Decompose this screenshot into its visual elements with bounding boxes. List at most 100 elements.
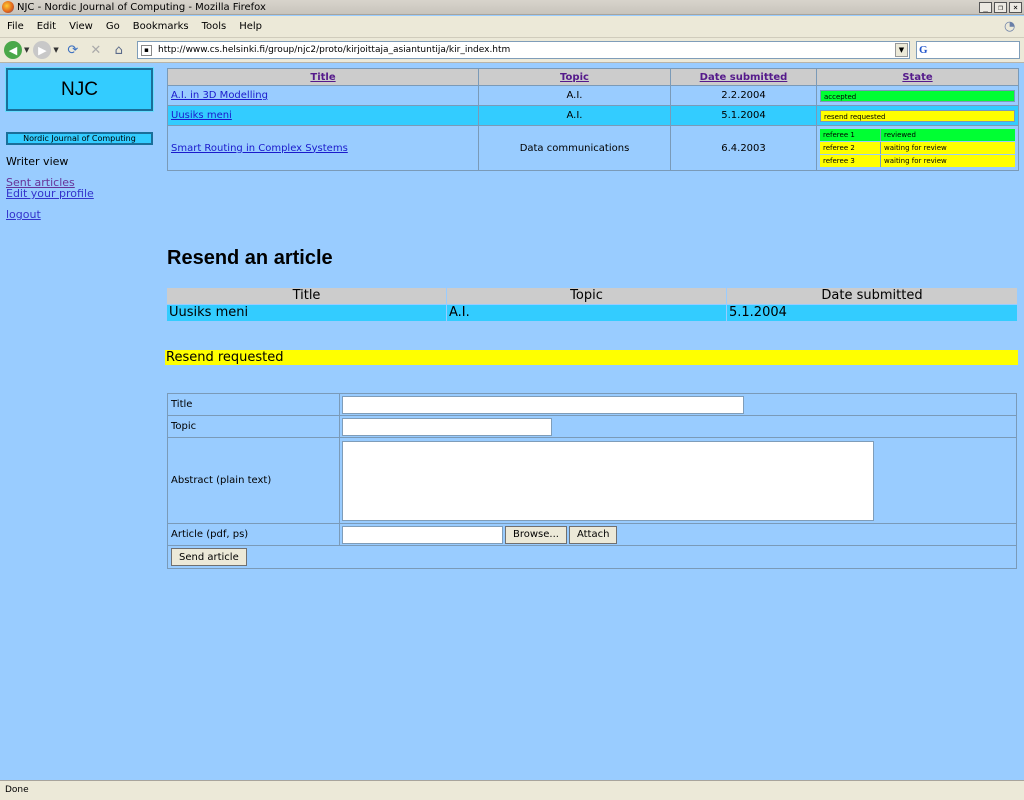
article-state-cell: referee 1 reviewed referee 2 waiting for…: [817, 126, 1018, 170]
menu-edit[interactable]: Edit: [30, 21, 62, 32]
navigation-toolbar: ◀ ▼ ▶ ▼ ⟳ ✕ ⌂ ▪ http://www.cs.helsinki.f…: [0, 38, 1024, 63]
resend-data-row: Uusiks meni A.I. 5.1.2004: [167, 304, 1017, 321]
article-title-cell: Uusiks meni: [168, 106, 479, 125]
sort-state-link[interactable]: State: [902, 72, 932, 83]
referee-status: waiting for review: [880, 142, 1015, 154]
article-topic: A.I.: [479, 86, 671, 105]
writer-view-label: Writer view: [6, 155, 69, 168]
send-article-button[interactable]: Send article: [171, 548, 247, 566]
address-dropdown-icon[interactable]: ▼: [895, 43, 908, 57]
page-content: NJC Nordic Journal of Computing Writer v…: [0, 64, 1024, 780]
attach-button[interactable]: Attach: [568, 525, 618, 544]
referee-status-row: referee 1 reviewed: [820, 129, 1015, 141]
back-dropdown-icon[interactable]: ▼: [24, 46, 29, 54]
state-accepted-badge: accepted: [820, 89, 1015, 102]
article-date: 2.2.2004: [671, 86, 817, 105]
menu-help[interactable]: Help: [232, 21, 268, 32]
header-state-cell: State: [817, 69, 1018, 85]
form-row-abstract: Abstract (plain text): [168, 438, 1016, 524]
resend-header-topic: Topic: [447, 288, 727, 304]
abstract-field-cell: [340, 438, 1016, 523]
article-file-cell: Browse... Attach: [340, 524, 1016, 545]
window-titlebar: NJC - Nordic Journal of Computing - Mozi…: [0, 0, 1024, 15]
resend-date-value: 5.1.2004: [727, 305, 1017, 321]
header-title-cell: Title: [168, 69, 479, 85]
table-row: A.I. in 3D Modelling A.I. 2.2.2004 accep…: [168, 86, 1018, 106]
article-title-cell: A.I. in 3D Modelling: [168, 86, 479, 105]
article-state-cell: resend requested: [817, 106, 1018, 125]
address-url[interactable]: http://www.cs.helsinki.fi/group/njc2/pro…: [158, 45, 510, 55]
search-box[interactable]: G: [916, 41, 1020, 59]
restore-icon[interactable]: ❐: [994, 1, 1007, 13]
topic-label: Topic: [168, 416, 340, 437]
article-topic: A.I.: [479, 106, 671, 125]
journal-name-badge: Nordic Journal of Computing: [6, 132, 153, 145]
form-row-article: Article (pdf, ps) Browse... Attach: [168, 524, 1016, 546]
browse-button[interactable]: Browse...: [505, 525, 567, 544]
menu-view[interactable]: View: [62, 21, 99, 32]
article-link[interactable]: A.I. in 3D Modelling: [171, 90, 268, 101]
title-field-cell: [340, 394, 1016, 415]
page-icon: ▪: [141, 44, 152, 56]
stop-icon[interactable]: ✕: [87, 41, 105, 59]
reload-icon[interactable]: ⟳: [64, 41, 82, 59]
referee-name: referee 3: [823, 157, 855, 165]
address-bar[interactable]: ▪ http://www.cs.helsinki.fi/group/njc2/p…: [137, 41, 910, 59]
form-row-topic: Topic: [168, 416, 1016, 438]
status-bar: Done: [0, 780, 1024, 800]
page-title: Resend an article: [167, 247, 333, 269]
resend-form: Title Topic Abstract (plain text) Articl…: [167, 393, 1017, 569]
referee-status: reviewed: [880, 129, 1015, 141]
referee-status-row: referee 3 waiting for review: [820, 155, 1015, 167]
firefox-icon: [2, 1, 14, 13]
articles-table: Title Topic Date submitted State A.I. in…: [167, 68, 1019, 171]
menu-go[interactable]: Go: [99, 21, 126, 32]
article-link[interactable]: Uusiks meni: [171, 110, 232, 121]
article-file-label: Article (pdf, ps): [168, 524, 340, 545]
menu-bar: File Edit View Go Bookmarks Tools Help ◔: [0, 16, 1024, 38]
resend-status-banner: Resend requested: [165, 350, 1018, 365]
article-date: 6.4.2003: [671, 126, 817, 170]
home-icon[interactable]: ⌂: [110, 41, 128, 59]
edit-profile-link[interactable]: Edit your profile: [6, 187, 94, 200]
sort-date-link[interactable]: Date submitted: [700, 72, 788, 83]
article-link[interactable]: Smart Routing in Complex Systems: [171, 143, 348, 154]
resend-header-row: Title Topic Date submitted: [167, 288, 1017, 304]
forward-arrow-icon[interactable]: ▶: [33, 41, 52, 59]
forward-dropdown-icon[interactable]: ▼: [53, 46, 58, 54]
state-resend-badge: resend requested: [820, 109, 1015, 122]
resend-header-title: Title: [167, 288, 447, 304]
article-file-input[interactable]: [342, 525, 503, 544]
article-title-cell: Smart Routing in Complex Systems: [168, 126, 479, 170]
header-topic-cell: Topic: [479, 69, 671, 85]
sort-title-link[interactable]: Title: [310, 72, 335, 83]
window-title: NJC - Nordic Journal of Computing - Mozi…: [17, 1, 266, 13]
referee-status: waiting for review: [880, 155, 1015, 167]
table-row: Smart Routing in Complex Systems Data co…: [168, 126, 1018, 170]
resend-header-date: Date submitted: [727, 288, 1017, 304]
menu-bookmarks[interactable]: Bookmarks: [126, 21, 195, 32]
google-icon[interactable]: G: [919, 44, 933, 57]
referee-name: referee 2: [823, 144, 855, 152]
title-input[interactable]: [342, 395, 744, 414]
menu-file[interactable]: File: [0, 21, 30, 32]
throbber-icon: ◔: [1004, 18, 1016, 34]
topic-input[interactable]: [342, 417, 552, 436]
close-icon[interactable]: ×: [1009, 1, 1022, 13]
title-label: Title: [168, 394, 340, 415]
abstract-textarea[interactable]: [342, 440, 874, 521]
article-topic: Data communications: [479, 126, 671, 170]
article-state-cell: accepted: [817, 86, 1018, 105]
sort-topic-link[interactable]: Topic: [560, 72, 589, 83]
topic-field-cell: [340, 416, 1016, 437]
menu-tools[interactable]: Tools: [195, 21, 233, 32]
logout-link[interactable]: logout: [6, 208, 41, 221]
submit-cell: Send article: [168, 546, 1016, 568]
resend-title-value: Uusiks meni: [167, 305, 447, 321]
resend-topic-value: A.I.: [447, 305, 727, 321]
minimize-icon[interactable]: _: [979, 1, 992, 13]
abstract-label: Abstract (plain text): [168, 438, 340, 523]
back-arrow-icon[interactable]: ◀: [4, 41, 22, 59]
form-row-submit: Send article: [168, 546, 1016, 568]
referee-name: referee 1: [823, 131, 855, 139]
